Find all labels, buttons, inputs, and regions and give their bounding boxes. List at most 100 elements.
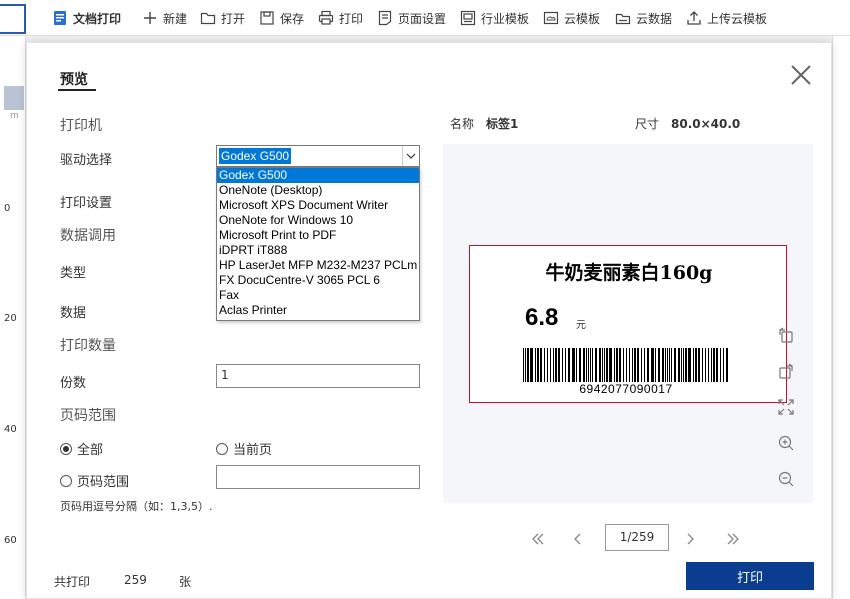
document-print-button[interactable]: 文档打印 bbox=[52, 8, 121, 28]
page-range-section-heading: 页码范围 bbox=[60, 408, 116, 424]
ruler-mark-20: 20 bbox=[4, 313, 17, 324]
driver-label: 驱动选择 bbox=[60, 153, 113, 168]
zoom-out-icon bbox=[778, 471, 794, 487]
template-icon bbox=[460, 10, 476, 26]
ruler-unit: m bbox=[10, 111, 19, 121]
radio-all[interactable]: 全部 bbox=[60, 439, 103, 458]
driver-option[interactable]: Fax bbox=[217, 288, 419, 303]
main-toolbar: 文档打印 新建 打开 保存 打印 页面设置 行业模板 云模板 云数据 上传云模板 bbox=[0, 0, 850, 36]
print-toolbar-button[interactable]: 打印 bbox=[318, 8, 363, 28]
next-page-button[interactable] bbox=[680, 529, 700, 549]
open-button[interactable]: 打开 bbox=[200, 8, 245, 28]
radio-range-label: 页码范围 bbox=[77, 475, 130, 490]
first-page-button[interactable] bbox=[528, 529, 548, 549]
ruler-mark-60: 60 bbox=[4, 535, 17, 546]
expand-icon bbox=[778, 399, 794, 415]
print-preview-dialog: 预览 打印机 驱动选择 Godex G500 打印设置 数据调用 类型 数据 G… bbox=[26, 42, 832, 599]
driver-select[interactable]: Godex G500 bbox=[216, 145, 420, 167]
rotate-left-icon bbox=[779, 363, 793, 379]
save-label: 保存 bbox=[280, 11, 305, 26]
copies-input[interactable]: 1 bbox=[216, 364, 420, 388]
name-label: 名称 bbox=[450, 117, 475, 131]
zoom-in-button[interactable] bbox=[776, 433, 796, 453]
total-count: 259 bbox=[124, 573, 147, 587]
product-price: 6.8 bbox=[525, 304, 559, 331]
rotate-right-button[interactable] bbox=[776, 325, 796, 345]
label-preview: 牛奶麦丽素白160g 6.8 元 6942077090017 bbox=[469, 245, 787, 403]
new-button[interactable]: 新建 bbox=[142, 8, 187, 28]
driver-dropdown-list: Godex G500 OneNote (Desktop) Microsoft X… bbox=[216, 167, 420, 321]
driver-option[interactable]: HP LaserJet MFP M232-M237 PCLm bbox=[217, 258, 419, 273]
driver-option[interactable]: FX DocuCentre-V 3065 PCL 6 bbox=[217, 273, 419, 288]
close-button[interactable] bbox=[788, 62, 814, 88]
new-label: 新建 bbox=[163, 11, 188, 26]
data-label: 数据 bbox=[60, 306, 87, 321]
print-toolbar-label: 打印 bbox=[339, 11, 364, 26]
prev-page-button[interactable] bbox=[568, 529, 588, 549]
barcode-image bbox=[523, 348, 728, 382]
product-name: 牛奶麦丽素白160g bbox=[545, 262, 713, 284]
driver-option[interactable]: Microsoft Print to PDF bbox=[217, 228, 419, 243]
radio-current-label: 当前页 bbox=[233, 443, 273, 458]
page-setup-button[interactable]: 页面设置 bbox=[377, 8, 446, 28]
radio-current-page[interactable]: 当前页 bbox=[216, 439, 272, 458]
cloud-data-label: 云数据 bbox=[636, 11, 673, 26]
rotate-left-button[interactable] bbox=[776, 361, 796, 381]
folder-icon bbox=[200, 12, 216, 25]
cloud-data-icon bbox=[615, 13, 631, 25]
radio-all-label: 全部 bbox=[77, 443, 104, 458]
double-chevron-right-icon bbox=[727, 533, 739, 545]
driver-option[interactable]: OneNote for Windows 10 bbox=[217, 213, 419, 228]
title-underline bbox=[58, 89, 96, 91]
driver-option[interactable]: OneNote (Desktop) bbox=[217, 183, 419, 198]
data-section-heading: 数据调用 bbox=[60, 228, 116, 244]
page-number-input[interactable]: 1/259 bbox=[605, 524, 669, 551]
cloud-template-label: 云模板 bbox=[564, 11, 601, 26]
fit-screen-button[interactable] bbox=[776, 397, 796, 417]
industry-template-button[interactable]: 行业模板 bbox=[460, 8, 529, 28]
chevron-down-icon bbox=[406, 153, 416, 159]
radio-page-range[interactable]: 页码范围 bbox=[60, 471, 129, 490]
right-panel bbox=[832, 36, 850, 599]
save-icon bbox=[260, 11, 274, 25]
zoom-in-icon bbox=[778, 435, 794, 451]
radio-all-indicator bbox=[60, 442, 72, 455]
save-button[interactable]: 保存 bbox=[259, 8, 304, 28]
upload-cloud-template-label: 上传云模板 bbox=[707, 11, 768, 26]
page-range-input[interactable] bbox=[216, 465, 420, 489]
close-icon bbox=[791, 65, 811, 85]
radio-current-indicator bbox=[216, 442, 228, 455]
quantity-section-heading: 打印数量 bbox=[60, 338, 116, 354]
driver-option[interactable]: Godex G500 bbox=[217, 168, 419, 183]
barcode-number: 6942077090017 bbox=[579, 382, 673, 396]
name-value: 标签1 bbox=[486, 117, 519, 131]
driver-option[interactable]: Microsoft XPS Document Writer bbox=[217, 198, 419, 213]
chevron-right-icon bbox=[687, 533, 694, 545]
page-range-hint: 页码用逗号分隔（如：1,3,5）. bbox=[60, 500, 213, 513]
zoom-out-button[interactable] bbox=[776, 469, 796, 489]
print-settings-label: 打印设置 bbox=[60, 196, 113, 211]
document-print-icon bbox=[54, 11, 66, 25]
driver-option[interactable]: iDPRT iT888 bbox=[217, 243, 419, 258]
price-unit: 元 bbox=[576, 320, 586, 331]
dropdown-toggle[interactable] bbox=[402, 146, 419, 166]
type-label: 类型 bbox=[60, 266, 87, 281]
open-label: 打开 bbox=[221, 11, 246, 26]
copies-label: 份数 bbox=[60, 376, 87, 391]
radio-range-indicator bbox=[60, 474, 72, 487]
page-setup-icon bbox=[378, 10, 392, 26]
page-setup-label: 页面设置 bbox=[398, 11, 447, 26]
last-page-button[interactable] bbox=[723, 529, 743, 549]
printer-section-heading: 打印机 bbox=[60, 118, 102, 134]
cloud-data-button[interactable]: 云数据 bbox=[615, 8, 672, 28]
cloud-template-button[interactable]: 云模板 bbox=[543, 8, 600, 28]
ruler-marker bbox=[4, 86, 24, 110]
print-button[interactable]: 打印 bbox=[686, 562, 814, 590]
driver-selected-value: Godex G500 bbox=[219, 148, 292, 164]
chevron-left-icon bbox=[574, 533, 581, 545]
total-prefix: 共打印 bbox=[54, 575, 91, 589]
ruler-mark-40: 40 bbox=[4, 424, 17, 435]
driver-option[interactable]: Aclas Printer bbox=[217, 303, 419, 318]
app-logo bbox=[0, 4, 26, 34]
upload-cloud-template-button[interactable]: 上传云模板 bbox=[686, 8, 767, 28]
